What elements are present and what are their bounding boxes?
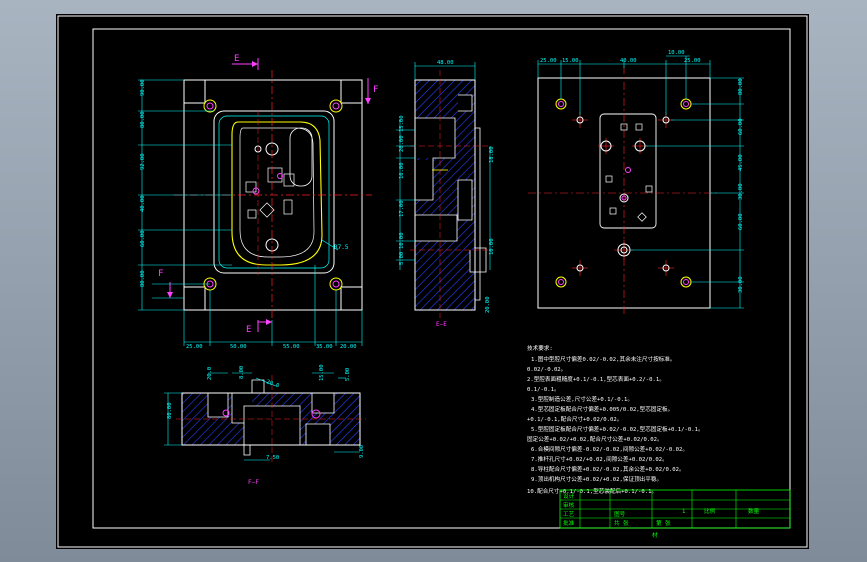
plan-dim-left-6: 80.00 <box>140 270 146 287</box>
section-f-dim-top-2: 8.00 <box>239 366 245 379</box>
plan-dim-left-5: 60.00 <box>140 230 146 247</box>
plan-dim-bottom-3: 55.00 <box>283 344 300 350</box>
section-e-dim-left-7: 20.00 <box>485 296 491 313</box>
section-arrow-f-right: F <box>373 85 378 95</box>
title-cell: 审核 <box>563 501 575 509</box>
notes-line: 5.型腔固定板配合尺寸偏差+0.02/-0.02,型芯固定板+0.1/-0.1。 <box>531 425 704 433</box>
plan-dim-bottom-4: 35.00 <box>316 344 333 350</box>
notes-line: 0.1/-0.1。 <box>527 387 560 393</box>
plate-dim-right-4: 30.00 <box>738 183 744 200</box>
section-e-dim-top: 48.00 <box>437 60 454 66</box>
plate-dim-top-4: 25.00 <box>684 58 701 64</box>
section-f-dim-top-4: 15.00 <box>319 364 325 381</box>
plate-dim-top-3: 40.00 <box>620 58 637 64</box>
section-e-dim-left-5: 10.00 <box>399 232 405 249</box>
plan-dim-bottom-5: 20.00 <box>340 344 357 350</box>
plan-radius-callout: R7.5 <box>334 244 349 251</box>
section-f-dim-bottom-1: 7.50 <box>266 455 279 461</box>
notes-line: +0.1/-0.1,配合尺寸+0.02/0.02。 <box>527 415 622 423</box>
plan-dim-left-1: 90.00 <box>140 79 146 96</box>
title-mark: 材 <box>652 531 658 539</box>
section-f-label: F—F <box>248 479 259 486</box>
notes-line: 6.合模间隙尺寸偏差-0.02/-0.02,间隙公差+0.02/-0.02。 <box>531 445 688 453</box>
section-e-dim-right-1: 18.00 <box>489 146 495 163</box>
title-cell: 第 张 <box>656 519 671 527</box>
section-e-dim-left-4: 17.00 <box>399 200 405 217</box>
title-cell: 比例 <box>704 507 716 515</box>
plan-dim-left-3: 92.00 <box>140 153 146 170</box>
plan-dim-left-2: 80.00 <box>140 111 146 128</box>
notes-line: 8.导柱配合尺寸偏差+0.02/-0.02,其余公差+0.02/0.02。 <box>531 465 685 473</box>
section-f-dim-left: 80.00 <box>167 402 173 419</box>
section-e-dim-left-3: 16.00 <box>399 162 405 179</box>
plate-dim-right-5: 60.00 <box>738 213 744 230</box>
notes-line: 固定公差+0.02/+0.02,配合尺寸公差+0.02/0.02。 <box>527 435 663 443</box>
section-arrow-e-bottom: E <box>246 325 251 335</box>
plan-dim-bottom-2: 50.00 <box>230 344 247 350</box>
plate-dim-right-3: 45.00 <box>738 154 744 171</box>
plan-dim-left-4: 40.00 <box>140 195 146 212</box>
title-cell: 图号 <box>614 510 626 518</box>
section-arrow-f-left: F <box>158 269 163 279</box>
section-f-dim-top-1: 20.0 <box>207 367 213 380</box>
notes-heading: 技术要求: <box>527 344 553 352</box>
plate-dim-top-5: 10.00 <box>668 50 685 56</box>
notes-line: 9.顶出机构尺寸公差+0.02/+0.02,保证顶出平稳。 <box>531 475 662 483</box>
section-e-dim-right-2: 10.00 <box>489 238 495 255</box>
plate-dim-right-2: 60.00 <box>738 118 744 135</box>
plan-dim-bottom-1: 25.00 <box>186 344 203 350</box>
section-e-dim-left-1: 15.00 <box>399 115 405 132</box>
plate-dim-top-1: 25.00 <box>540 58 557 64</box>
title-cell: 共 张 <box>614 519 629 527</box>
section-e-dim-left-2: 26.00 <box>399 135 405 152</box>
notes-line: 0.02/-0.02。 <box>527 367 566 373</box>
plate-dim-top-2: 15.00 <box>562 58 579 64</box>
notes-line: 10.配合尺寸+0.1/-0.1,型芯装配后+0.1/-0.1。 <box>527 487 657 495</box>
notes-line: 3.型腔制造公差,尺寸公差+0.1/-0.1。 <box>531 395 633 403</box>
plate-dim-right-6: 30.00 <box>738 276 744 293</box>
plate-dim-right-1: 80.00 <box>738 78 744 95</box>
title-cell: 工艺 <box>563 511 575 518</box>
notes-line: 1.图中型腔尺寸偏差0.02/-0.02,其余未注尺寸按标准。 <box>531 355 675 363</box>
notes-line: 4.型芯固定板配合尺寸偏差+0.005/0.02,型芯固定板。 <box>531 405 673 413</box>
section-e-dim-left-6: 5.00 <box>399 252 405 265</box>
cad-viewport: E E F F 90.00 80.00 92.00 40.00 60.00 80… <box>0 0 867 562</box>
mold-drawing: E E F F 90.00 80.00 92.00 40.00 60.00 80… <box>56 14 809 549</box>
section-f-dim-bottom-2: 9.00 <box>359 445 365 458</box>
notes-line: 2.型腔表面粗糙度+0.1/-0.1,型芯表面+0.2/-0.1。 <box>527 375 665 383</box>
title-cell: 数量 <box>748 507 760 515</box>
section-e-label: E—E <box>436 321 447 328</box>
notes-line: 7.推杆孔尺寸+0.02/+0.02,间隙公差+0.02/0.02。 <box>531 455 668 463</box>
title-cell: 设计 <box>563 492 575 500</box>
section-f-dim-top-5: 5.00 <box>345 368 351 381</box>
title-cell: 1 <box>682 509 685 515</box>
section-arrow-e-top: E <box>234 54 239 64</box>
title-cell: 批准 <box>563 519 575 527</box>
